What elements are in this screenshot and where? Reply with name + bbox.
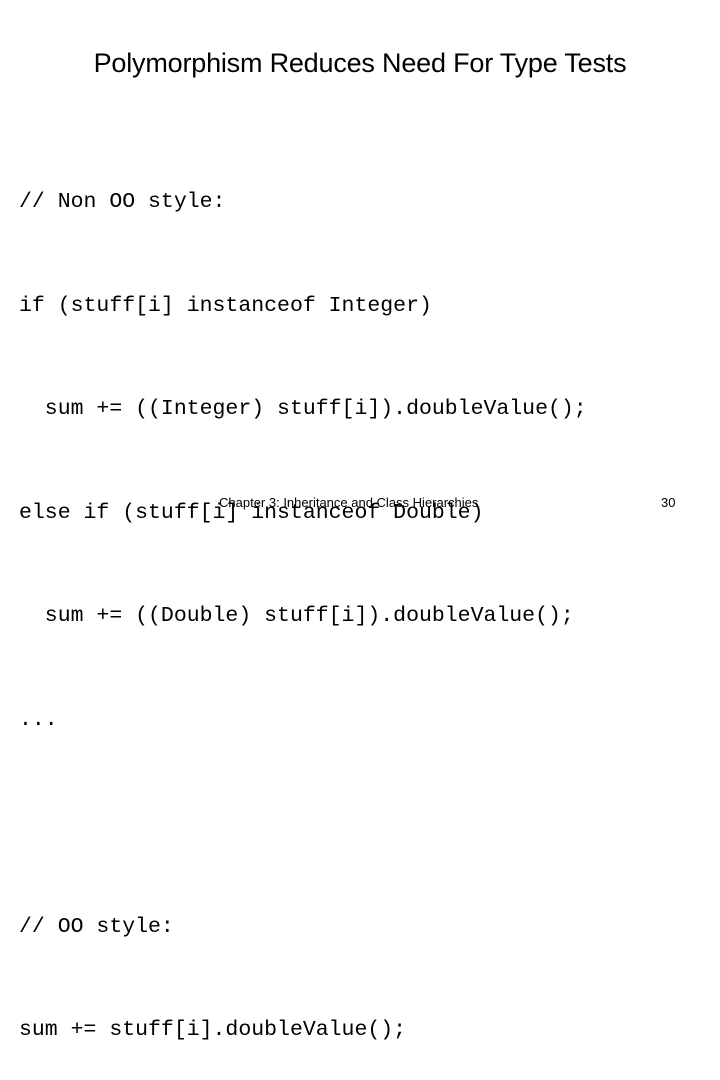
code-line-if-integer: if (stuff[i] instanceof Integer) [19,293,432,318]
code-line-comment-oo: // OO style: [19,914,174,939]
code-block: // Non OO style: if (stuff[i] instanceof… [19,116,587,1080]
code-line-comment-non-oo: // Non OO style: [19,190,226,214]
code-line-ellipsis: ... [19,707,58,732]
code-line-sum-oo: sum += stuff[i].doubleValue(); [19,1018,407,1042]
code-line-sum-integer: sum += ((Integer) stuff[i]).doubleValue(… [19,397,587,421]
footer-chapter-title: Chapter 3: Inheritance and Class Hierarc… [219,495,479,510]
slide-title: Polymorphism Reduces Need For Type Tests [93,48,627,78]
code-line-sum-double: sum += ((Double) stuff[i]).doubleValue()… [19,604,574,628]
footer-page-number: 30 [661,495,676,510]
